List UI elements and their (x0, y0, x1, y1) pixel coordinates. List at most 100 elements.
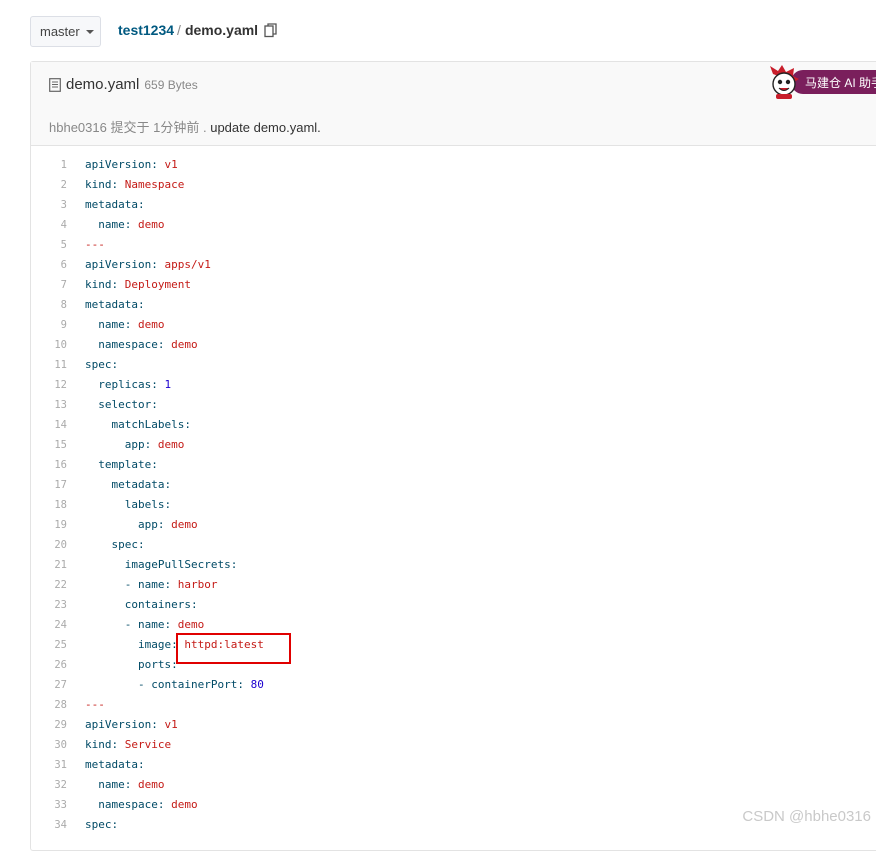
yaml-key: name (138, 578, 165, 591)
code-line: 30 kind: Service (31, 735, 876, 755)
line-number: 28 (54, 699, 67, 711)
yaml-value: harbor (177, 578, 218, 591)
file-size: 659 Bytes (144, 77, 198, 92)
code-view: 1 apiVersion: v1 2 kind: Namespace 3 metadata… (31, 155, 876, 835)
file-title: demo.yaml 659 Bytes (49, 76, 198, 93)
line-number: 32 (54, 779, 67, 791)
yaml-key: labels (124, 498, 165, 511)
line-number: 3 (60, 199, 67, 211)
line-number: 34 (54, 819, 67, 831)
code-line: 6 apiVersion: apps/v1 (31, 255, 876, 275)
commit-author[interactable]: hbhe0316 (49, 120, 107, 135)
line-content: kind: Namespace (85, 178, 185, 191)
line-content: namespace: demo (98, 798, 198, 811)
yaml-key: metadata (85, 298, 138, 311)
yaml-key: replicas (98, 378, 152, 391)
code-line: 26 ports: (31, 655, 876, 675)
commit-info: hbhe0316 提交于 1分钟前 . update demo.yaml. (49, 117, 321, 136)
line-content: name: demo (98, 778, 165, 791)
code-line: 28 --- (31, 695, 876, 715)
yaml-key: imagePullSecrets (124, 558, 231, 571)
code-line: 8 metadata: (31, 295, 876, 315)
ai-helper-button[interactable]: 马建仓 AI 助手 (767, 65, 876, 99)
document-separator: --- (85, 238, 105, 251)
yaml-key: kind (85, 278, 112, 291)
yaml-number: 1 (164, 378, 172, 391)
line-content: namespace: demo (98, 338, 198, 351)
code-line: 21 imagePullSecrets: (31, 555, 876, 575)
yaml-value: demo (157, 438, 185, 451)
line-number: 15 (54, 439, 67, 451)
yaml-value: demo (171, 518, 198, 531)
branch-label: master (40, 24, 80, 39)
line-number: 14 (54, 419, 67, 431)
line-content: spec: (85, 818, 119, 831)
yaml-value: v1 (164, 718, 178, 731)
line-number: 11 (54, 359, 67, 371)
yaml-key: spec (85, 358, 112, 371)
branch-select[interactable]: master (30, 16, 101, 47)
code-line: 3 metadata: (31, 195, 876, 215)
code-line: 23 containers: (31, 595, 876, 615)
line-content: matchLabels: (111, 418, 191, 431)
yaml-value: Service (124, 738, 172, 751)
yaml-value: demo (138, 318, 165, 331)
commit-message[interactable]: update demo.yaml. (210, 120, 321, 135)
file-viewer: demo.yaml 659 Bytes hbhe0316 提交于 1分钟前 . … (30, 61, 876, 851)
line-number: 9 (60, 319, 67, 331)
commit-separator: . (202, 120, 207, 135)
line-content: spec: (111, 538, 145, 551)
breadcrumb-repo-link[interactable]: test1234 (118, 22, 174, 38)
line-content: apiVersion: v1 (85, 718, 178, 731)
line-content: replicas: 1 (98, 378, 172, 391)
yaml-key: apiVersion (85, 258, 152, 271)
line-number: 30 (54, 739, 67, 751)
code-line: 12 replicas: 1 (31, 375, 876, 395)
line-number: 27 (54, 679, 67, 691)
line-number: 5 (60, 239, 67, 251)
code-line: 22 - name: harbor (31, 575, 876, 595)
yaml-value: Namespace (124, 178, 185, 191)
line-number: 18 (54, 499, 67, 511)
yaml-key: metadata (111, 478, 165, 491)
watermark: CSDN @hbhe0316 (742, 808, 871, 825)
line-content: --- (85, 235, 105, 255)
commit-action: 提交于 (110, 120, 150, 135)
yaml-key: template (98, 458, 152, 471)
line-content: imagePullSecrets: (124, 558, 238, 571)
line-number: 10 (54, 339, 67, 351)
yaml-value: demo (171, 338, 198, 351)
line-number: 19 (54, 519, 67, 531)
line-number: 17 (54, 479, 67, 491)
yaml-value: Deployment (124, 278, 191, 291)
code-line: 11 spec: (31, 355, 876, 375)
line-number: 16 (54, 459, 67, 471)
line-content: kind: Deployment (85, 278, 191, 291)
file-name: demo.yaml (66, 76, 140, 93)
document-separator: --- (85, 698, 105, 711)
yaml-key: metadata (85, 758, 138, 771)
code-line: 5 --- (31, 235, 876, 255)
yaml-key: name (98, 778, 125, 791)
yaml-key: ports (137, 658, 172, 671)
yaml-value: v1 (164, 158, 178, 171)
yaml-key: image (137, 638, 172, 651)
code-line: 16 template: (31, 455, 876, 475)
mascot-icon (769, 65, 799, 99)
yaml-key: name (98, 318, 125, 331)
line-number: 25 (54, 639, 67, 651)
annotation-highlight-box (176, 633, 291, 664)
line-number: 22 (54, 579, 67, 591)
copy-icon[interactable] (264, 22, 278, 38)
yaml-key: name (138, 618, 165, 631)
commit-time: 1分钟前 (153, 120, 200, 135)
code-line: 18 labels: (31, 495, 876, 515)
line-number: 13 (54, 399, 67, 411)
file-icon (49, 77, 61, 92)
line-number: 29 (54, 719, 67, 731)
yaml-key: apiVersion (85, 718, 152, 731)
line-number: 20 (54, 539, 67, 551)
breadcrumb: test1234 / demo.yaml (118, 22, 278, 38)
code-line: 9 name: demo (31, 315, 876, 335)
yaml-number: 80 (250, 678, 264, 691)
